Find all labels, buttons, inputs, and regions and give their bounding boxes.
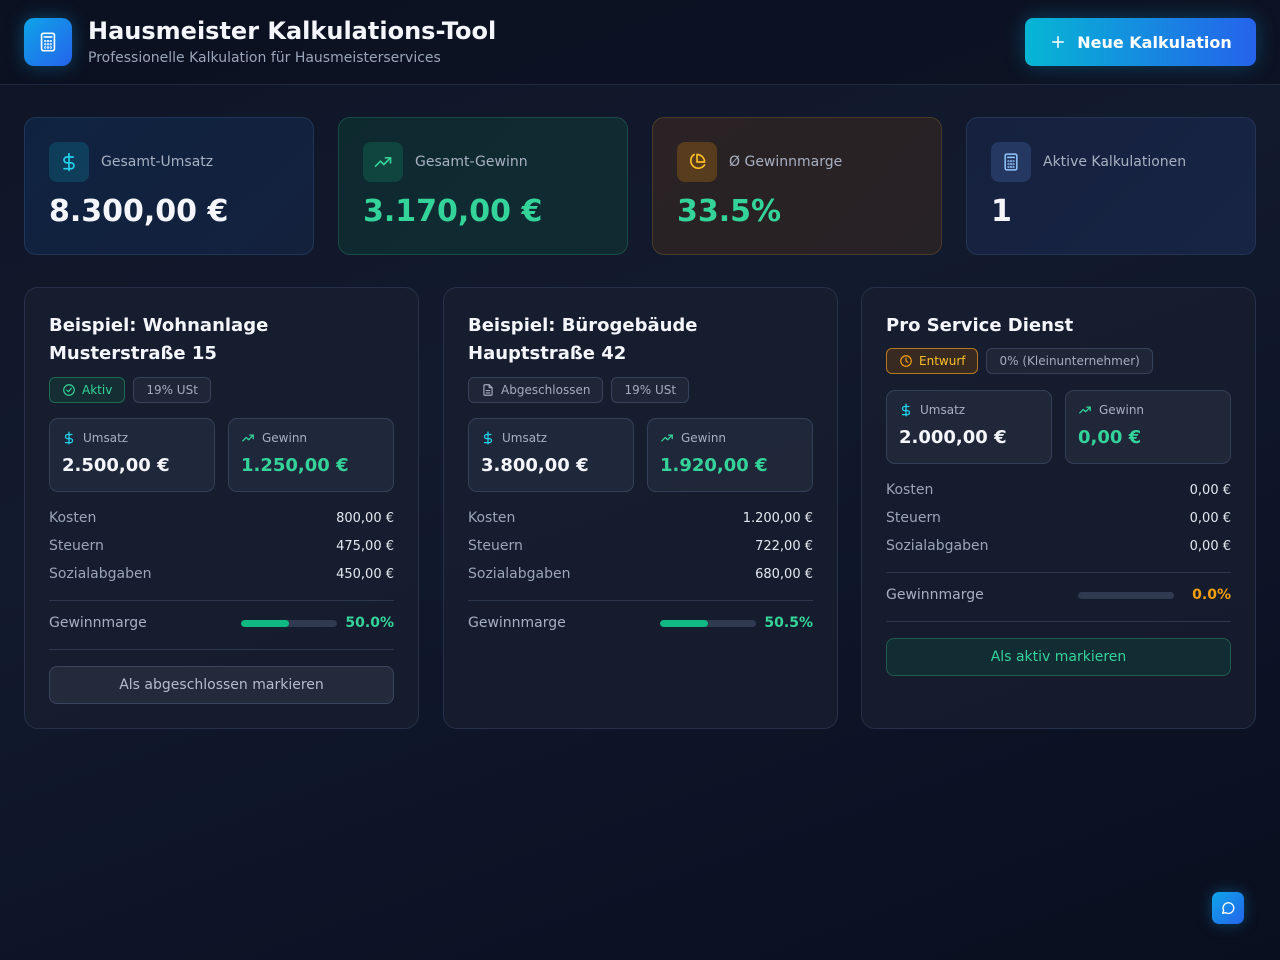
clock-icon (900, 355, 912, 367)
stat-label: Ø Gewinnmarge (729, 154, 843, 170)
new-calculation-button[interactable]: Neue Kalkulation (1025, 18, 1256, 66)
profit-label: Gewinn (1099, 403, 1145, 417)
profit-value: 0,00 € (1078, 427, 1142, 448)
app-title: Hausmeister Kalkulations-Tool (88, 17, 497, 45)
margin-bar (241, 619, 337, 627)
dollar-icon (64, 431, 74, 445)
calculation-card[interactable]: Pro Service Dienst Entwurf 0% (Kleinunte… (861, 287, 1256, 729)
pie-chart-icon (677, 142, 717, 182)
revenue-label: Umsatz (920, 403, 966, 417)
revenue-box: Umsatz 2.500,00 € (49, 418, 215, 492)
trending-up-icon (661, 434, 673, 442)
tax-row: Steuern 0,00 € (886, 510, 1231, 526)
cost-row: Kosten 800,00 € (49, 510, 394, 526)
card-title: Pro Service Dienst (886, 315, 1074, 336)
status-label: Aktiv (82, 383, 113, 397)
profit-value: 1.250,00 € (241, 455, 349, 476)
calculator-icon (991, 142, 1031, 182)
margin-value: 50.5% (764, 615, 813, 631)
cost-row: Kosten 1.200,00 € (468, 510, 813, 526)
margin-value: 50.0% (345, 615, 394, 631)
mark-active-button[interactable]: Als aktiv markieren (886, 638, 1231, 676)
stat-value: 8.300,00 € (49, 194, 229, 229)
profit-box: Gewinn 1.920,00 € (647, 418, 813, 492)
tax-badge: 0% (Kleinunternehmer) (986, 348, 1153, 374)
dollar-icon (49, 142, 89, 182)
card-title: Beispiel: Bürogebäude Hauptstraße 42 (468, 315, 698, 364)
app-header: Hausmeister Kalkulations-Tool Profession… (0, 0, 1280, 85)
profit-label: Gewinn (681, 431, 727, 445)
stat-label: Gesamt-Umsatz (101, 154, 214, 170)
calculation-card[interactable]: Beispiel: Wohnanlage Musterstraße 15 Akt… (24, 287, 419, 729)
card-badges: Abgeschlossen 19% USt (468, 377, 690, 403)
margin-row: Gewinnmarge 50.5% (468, 615, 813, 631)
divider (886, 621, 1231, 622)
stat-card-revenue: Gesamt-Umsatz 8.300,00 € (24, 117, 314, 255)
stat-card-profit: Gesamt-Gewinn 3.170,00 € (338, 117, 628, 255)
card-badges: Aktiv 19% USt (49, 377, 211, 403)
stat-card-margin: Ø Gewinnmarge 33.5% (652, 117, 942, 255)
status-badge: Aktiv (49, 377, 126, 403)
margin-value: 0.0% (1192, 587, 1231, 603)
tax-badge: 19% USt (611, 377, 690, 403)
tax-badge: 19% USt (133, 377, 211, 403)
divider (49, 649, 394, 650)
calculation-card[interactable]: Beispiel: Bürogebäude Hauptstraße 42 Abg… (443, 287, 838, 729)
profit-box: Gewinn 0,00 € (1065, 390, 1231, 464)
revenue-box: Umsatz 2.000,00 € (886, 390, 1052, 464)
chat-button[interactable] (1212, 892, 1244, 924)
margin-bar (660, 619, 756, 627)
revenue-value: 3.800,00 € (481, 455, 589, 476)
new-calculation-label: Neue Kalkulation (1077, 32, 1232, 52)
stat-label: Gesamt-Gewinn (415, 154, 528, 170)
trending-up-icon (363, 142, 403, 182)
status-badge: Abgeschlossen (468, 377, 604, 403)
revenue-value: 2.500,00 € (62, 455, 170, 476)
margin-row: Gewinnmarge 0.0% (886, 587, 1231, 603)
app-subtitle: Professionelle Kalkulation für Hausmeist… (88, 50, 441, 66)
status-badge: Entwurf (886, 348, 979, 374)
profit-label: Gewinn (262, 431, 308, 445)
profit-box: Gewinn 1.250,00 € (228, 418, 394, 492)
divider (49, 600, 394, 601)
dollar-icon (901, 403, 911, 417)
revenue-label: Umsatz (83, 431, 129, 445)
margin-bar (1078, 591, 1174, 599)
mark-completed-button[interactable]: Als abgeschlossen markieren (49, 666, 394, 704)
check-circle-icon (63, 384, 75, 396)
divider (886, 572, 1231, 573)
tax-row: Steuern 722,00 € (468, 538, 813, 554)
margin-row: Gewinnmarge 50.0% (49, 615, 394, 631)
plus-icon (1052, 36, 1065, 48)
tax-row: Steuern 475,00 € (49, 538, 394, 554)
calculator-icon (40, 32, 56, 52)
status-label: Abgeschlossen (501, 383, 591, 397)
status-label: Entwurf (919, 354, 966, 368)
app-logo (24, 18, 72, 66)
stat-card-active: Aktive Kalkulationen 1 (966, 117, 1256, 255)
card-badges: Entwurf 0% (Kleinunternehmer) (886, 348, 1153, 374)
revenue-label: Umsatz (502, 431, 548, 445)
card-title: Beispiel: Wohnanlage Musterstraße 15 (49, 315, 269, 364)
revenue-box: Umsatz 3.800,00 € (468, 418, 634, 492)
trending-up-icon (1079, 406, 1091, 414)
social-row: Sozialabgaben 0,00 € (886, 538, 1231, 554)
profit-value: 1.920,00 € (660, 455, 768, 476)
stat-value: 33.5% (677, 194, 782, 229)
stat-label: Aktive Kalkulationen (1043, 154, 1187, 170)
chat-bubble-icon (1222, 902, 1235, 915)
social-row: Sozialabgaben 680,00 € (468, 566, 813, 582)
cost-row: Kosten 0,00 € (886, 482, 1231, 498)
stat-value: 3.170,00 € (363, 194, 543, 229)
stat-value: 1 (991, 194, 1012, 229)
dollar-icon (483, 431, 493, 445)
document-icon (483, 384, 493, 396)
trending-up-icon (242, 434, 254, 442)
divider (468, 600, 813, 601)
revenue-value: 2.000,00 € (899, 427, 1007, 448)
social-row: Sozialabgaben 450,00 € (49, 566, 394, 582)
